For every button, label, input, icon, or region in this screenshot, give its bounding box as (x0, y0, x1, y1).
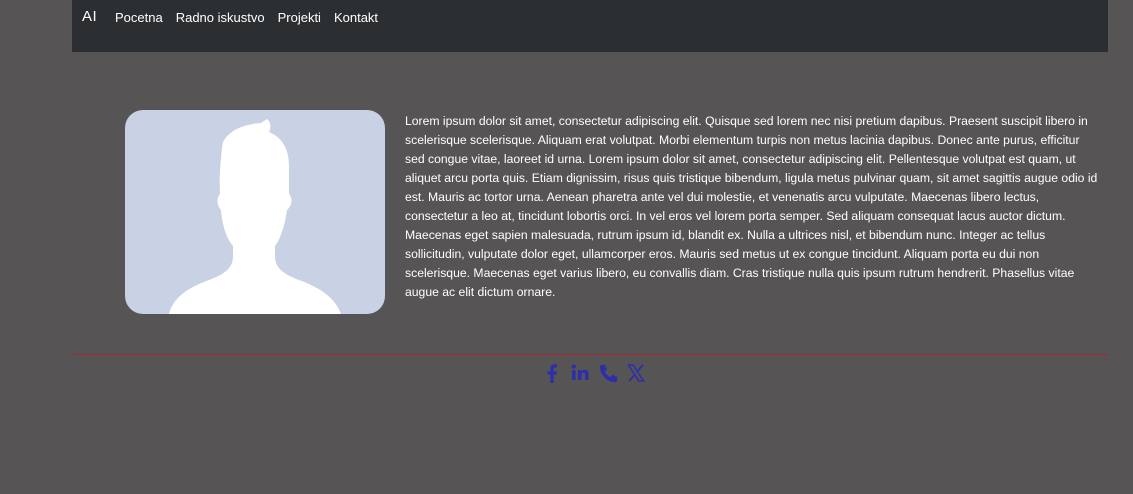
social-links (542, 362, 646, 384)
user-silhouette-icon (169, 119, 341, 314)
x-twitter-icon[interactable] (626, 362, 646, 384)
linkedin-icon[interactable] (570, 362, 590, 384)
nav-link-kontakt[interactable]: Kontakt (334, 10, 378, 25)
facebook-icon[interactable] (542, 362, 562, 384)
brand-logo[interactable]: AI (82, 8, 97, 25)
nav-link-projekti[interactable]: Projekti (278, 10, 321, 25)
nav-link-radno-iskustvo[interactable]: Radno iskustvo (176, 10, 265, 25)
phone-icon[interactable] (598, 362, 618, 384)
nav-link-pocetna[interactable]: Pocetna (115, 10, 163, 25)
navbar: AI Pocetna Radno iskustvo Projekti Konta… (72, 0, 1108, 52)
profile-avatar (125, 110, 385, 314)
nav-links: Pocetna Radno iskustvo Projekti Kontakt (115, 10, 391, 25)
bio-text: Lorem ipsum dolor sit amet, consectetur … (405, 114, 1098, 299)
footer-divider (72, 354, 1108, 355)
